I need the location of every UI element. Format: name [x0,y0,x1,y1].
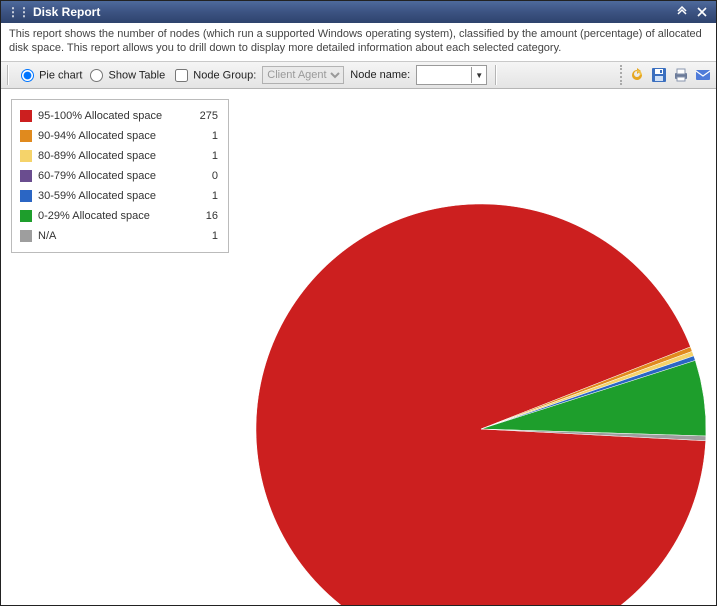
legend-swatch [20,130,32,142]
legend-item[interactable]: 30-59% Allocated space1 [16,186,224,206]
legend-swatch [20,210,32,222]
titlebar[interactable]: ⋮⋮ Disk Report [1,1,716,23]
legend-swatch [20,230,32,242]
legend-value: 1 [188,130,224,142]
legend-item[interactable]: 95-100% Allocated space275 [16,106,224,126]
view-pie-label: Pie chart [39,69,82,81]
chart-area: 95-100% Allocated space27590-94% Allocat… [1,89,716,605]
legend-value: 0 [188,170,224,182]
legend-item[interactable]: 60-79% Allocated space0 [16,166,224,186]
legend-label: 30-59% Allocated space [38,190,188,202]
legend-value: 1 [188,190,224,202]
save-icon[interactable] [650,66,668,84]
view-table-label: Show Table [109,69,166,81]
legend-value: 16 [188,210,224,222]
collapse-icon[interactable] [674,4,690,20]
view-pie-radio[interactable]: Pie chart [17,69,82,82]
report-window: ⋮⋮ Disk Report This report shows the num… [0,0,717,606]
window-title: Disk Report [33,5,100,19]
legend-item[interactable]: 90-94% Allocated space1 [16,126,224,146]
node-group-checkbox[interactable]: Node Group: [171,69,256,82]
close-icon[interactable] [694,4,710,20]
email-icon[interactable] [694,66,712,84]
legend-label: 80-89% Allocated space [38,150,188,162]
legend-swatch [20,110,32,122]
legend-label: N/A [38,230,188,242]
node-group-select[interactable]: Client Agent [262,66,344,84]
legend-value: 1 [188,150,224,162]
legend-value: 1 [188,230,224,242]
legend-label: 90-94% Allocated space [38,130,188,142]
legend-item[interactable]: 80-89% Allocated space1 [16,146,224,166]
view-mode-group: Pie chart Show Table [17,69,165,82]
legend-item[interactable]: 0-29% Allocated space16 [16,206,224,226]
legend-swatch [20,190,32,202]
refresh-icon[interactable] [628,66,646,84]
report-description: This report shows the number of nodes (w… [1,23,716,62]
legend-label: 95-100% Allocated space [38,110,188,122]
legend-label: 60-79% Allocated space [38,170,188,182]
node-group-label: Node Group: [193,69,256,81]
toolbar: Pie chart Show Table Node Group: Client … [1,62,716,89]
node-name-input[interactable] [417,67,471,83]
print-icon[interactable] [672,66,690,84]
legend-label: 0-29% Allocated space [38,210,188,222]
legend-swatch [20,170,32,182]
view-table-radio[interactable]: Show Table [86,69,165,82]
legend: 95-100% Allocated space27590-94% Allocat… [11,99,229,253]
legend-value: 275 [188,110,224,122]
chevron-down-icon[interactable]: ▼ [471,67,486,83]
node-name-label: Node name: [350,69,410,81]
legend-item[interactable]: N/A1 [16,226,224,246]
node-name-combo[interactable]: ▼ [416,65,487,85]
pie-chart[interactable] [251,199,711,605]
legend-swatch [20,150,32,162]
drag-grip-icon: ⋮⋮ [7,5,29,19]
